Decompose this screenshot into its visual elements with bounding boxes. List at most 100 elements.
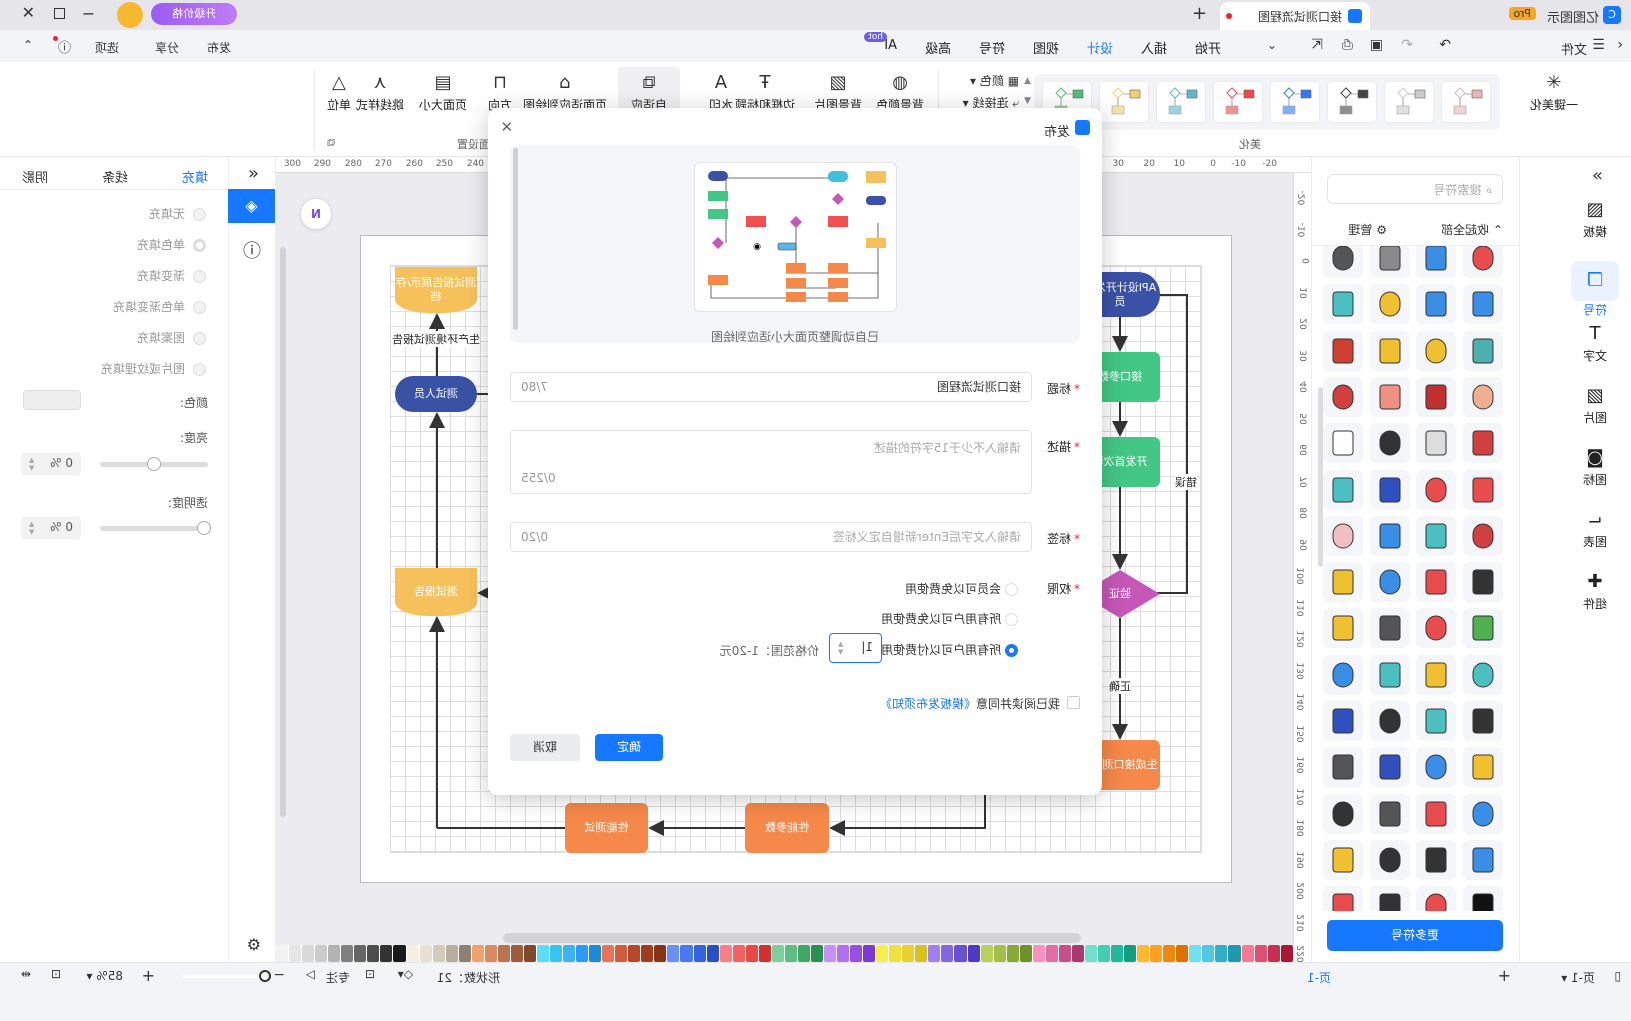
library-images[interactable]: ▨ 图片 bbox=[1571, 385, 1619, 426]
color-swatch[interactable] bbox=[23, 390, 81, 410]
tablet-cart-icon[interactable] bbox=[1416, 562, 1457, 603]
palette-swatch[interactable] bbox=[1124, 945, 1137, 962]
collapse-ribbon-icon[interactable]: ⌃ bbox=[23, 38, 33, 52]
tv-icon[interactable] bbox=[1323, 562, 1364, 603]
usb-stick-icon[interactable] bbox=[1463, 839, 1503, 880]
tab-ai[interactable]: AI bbox=[884, 38, 897, 53]
save-icon[interactable]: ▣ bbox=[1370, 37, 1383, 53]
symbol-search-input[interactable]: ⌕ 搜索符号 bbox=[1327, 174, 1503, 204]
palette-swatch[interactable] bbox=[1241, 945, 1254, 962]
gamepad-icon[interactable] bbox=[1370, 839, 1410, 880]
fill-option[interactable]: 图片或纹理填充 bbox=[101, 360, 206, 377]
palette-swatch[interactable] bbox=[1058, 945, 1071, 962]
dialog-close-icon[interactable]: ✕ bbox=[500, 118, 513, 136]
file-menu[interactable]: 文件 bbox=[1561, 39, 1587, 58]
palette-swatch[interactable] bbox=[967, 945, 980, 962]
floppy-icon[interactable] bbox=[1370, 654, 1410, 695]
zoom-slider[interactable] bbox=[183, 970, 271, 982]
price-stepper[interactable]: 1| ▲ ▼ bbox=[829, 633, 882, 663]
library-charts[interactable]: ⌙ 图表 bbox=[1571, 509, 1619, 550]
page-tab[interactable]: 页-1 bbox=[1307, 969, 1331, 986]
zoom-out-button[interactable]: − bbox=[273, 967, 285, 983]
beautify-button[interactable]: ✳ 一键美化 bbox=[1519, 70, 1589, 113]
palette-swatch[interactable] bbox=[928, 945, 941, 962]
palette-swatch[interactable] bbox=[302, 945, 315, 962]
palette-swatch[interactable] bbox=[315, 945, 328, 962]
palette-swatch[interactable] bbox=[706, 945, 719, 962]
tab-home[interactable]: 开始 bbox=[1195, 38, 1221, 57]
cancel-button[interactable]: 取消 bbox=[510, 734, 580, 761]
upgrade-button[interactable]: 升级价格 bbox=[151, 3, 237, 25]
tab-fill[interactable]: 填充 bbox=[182, 167, 208, 186]
palette-swatch[interactable] bbox=[993, 945, 1006, 962]
layers-icon[interactable]: ◇▾ bbox=[398, 967, 413, 981]
minimize-icon[interactable]: − bbox=[82, 4, 95, 23]
palette-swatch[interactable] bbox=[1163, 945, 1176, 962]
palette-swatch[interactable] bbox=[850, 945, 863, 962]
palette-swatch[interactable] bbox=[784, 945, 797, 962]
palette-swatch[interactable] bbox=[602, 945, 615, 962]
palette-swatch[interactable] bbox=[497, 945, 510, 962]
palette-swatch[interactable] bbox=[510, 945, 523, 962]
node-report_archive[interactable]: 测试报告展示/存档 bbox=[395, 267, 477, 313]
palette-swatch[interactable] bbox=[1254, 945, 1267, 962]
palette-swatch[interactable] bbox=[941, 945, 954, 962]
palette-swatch[interactable] bbox=[1280, 945, 1293, 962]
heart-icon[interactable] bbox=[1463, 423, 1503, 464]
stretcher-icon[interactable] bbox=[1370, 469, 1410, 510]
tablet-icon[interactable] bbox=[1370, 608, 1410, 649]
calculator-icon[interactable] bbox=[1323, 793, 1364, 834]
library-icons[interactable]: ◙ 图标 bbox=[1571, 447, 1619, 488]
medicine-bottle-icon[interactable] bbox=[1323, 469, 1364, 510]
palette-swatch[interactable] bbox=[1045, 945, 1058, 962]
tag-input[interactable]: 请输入文字后Enter新增自定义标签 0/20 bbox=[510, 522, 1032, 552]
virus-icon[interactable] bbox=[1463, 515, 1503, 556]
page-select[interactable]: 页-1 ▾ bbox=[1561, 969, 1595, 986]
chat-icon[interactable] bbox=[1416, 654, 1457, 695]
publish-button[interactable]: 发布 bbox=[207, 39, 231, 56]
watch-icon[interactable] bbox=[1370, 793, 1410, 834]
brightness-input[interactable]: 0 % ▲ ▼ bbox=[21, 453, 81, 475]
palette-swatch[interactable] bbox=[523, 945, 536, 962]
palette-swatch[interactable] bbox=[680, 945, 693, 962]
palette-swatch[interactable] bbox=[902, 945, 915, 962]
laptop-heart-icon[interactable] bbox=[1416, 608, 1457, 649]
palette-swatch[interactable] bbox=[863, 945, 876, 962]
palette-swatch[interactable] bbox=[1032, 945, 1045, 962]
share-button[interactable]: 分享 bbox=[155, 39, 179, 56]
ladder-icon[interactable] bbox=[1370, 284, 1410, 325]
palette-swatch[interactable] bbox=[406, 945, 419, 962]
palette-swatch[interactable] bbox=[980, 945, 993, 962]
router-icon[interactable] bbox=[1323, 654, 1364, 695]
radio[interactable] bbox=[193, 270, 206, 283]
focus-icon[interactable]: ⊡ bbox=[365, 967, 375, 981]
camera-icon[interactable] bbox=[1370, 701, 1410, 741]
theme-style-3[interactable] bbox=[1271, 82, 1319, 122]
tab-symbol[interactable]: 符号 bbox=[979, 38, 1005, 57]
palette-swatch[interactable] bbox=[667, 945, 680, 962]
library-symbols[interactable]: ❐ 符号 bbox=[1571, 261, 1619, 318]
palette-swatch[interactable] bbox=[915, 945, 928, 962]
theme-style-4[interactable] bbox=[1214, 82, 1262, 122]
nurse-cap-icon[interactable] bbox=[1416, 423, 1457, 464]
disabled-icon[interactable] bbox=[1463, 469, 1503, 510]
play-icon[interactable]: ▷ bbox=[306, 967, 315, 981]
usb-icon[interactable] bbox=[1463, 793, 1503, 834]
tab-advanced[interactable]: 高级 bbox=[925, 38, 951, 57]
theme-style-1[interactable] bbox=[1385, 82, 1433, 122]
fit-page-to-drawing-button[interactable]: ⌂ 页面适应到绘图 bbox=[518, 70, 612, 113]
cable-box-icon[interactable] bbox=[1323, 747, 1364, 788]
palette-swatch[interactable] bbox=[771, 945, 784, 962]
ipod-icon[interactable] bbox=[1416, 701, 1457, 741]
palette-swatch[interactable] bbox=[289, 945, 302, 962]
transparency-slider[interactable] bbox=[100, 521, 211, 535]
palette-swatch[interactable] bbox=[1006, 945, 1019, 962]
wheelchair-icon[interactable] bbox=[1463, 284, 1503, 325]
more-symbols-button[interactable]: 更多符号 bbox=[1327, 920, 1503, 951]
dvd-player-icon[interactable] bbox=[1370, 747, 1410, 788]
transparency-input[interactable]: 0 % ▲ ▼ bbox=[21, 517, 81, 539]
palette-swatch[interactable] bbox=[471, 945, 484, 962]
focus-label[interactable]: 专注 bbox=[326, 969, 350, 986]
xray-icon[interactable] bbox=[1416, 330, 1457, 371]
lungs-icon[interactable] bbox=[1323, 376, 1364, 417]
